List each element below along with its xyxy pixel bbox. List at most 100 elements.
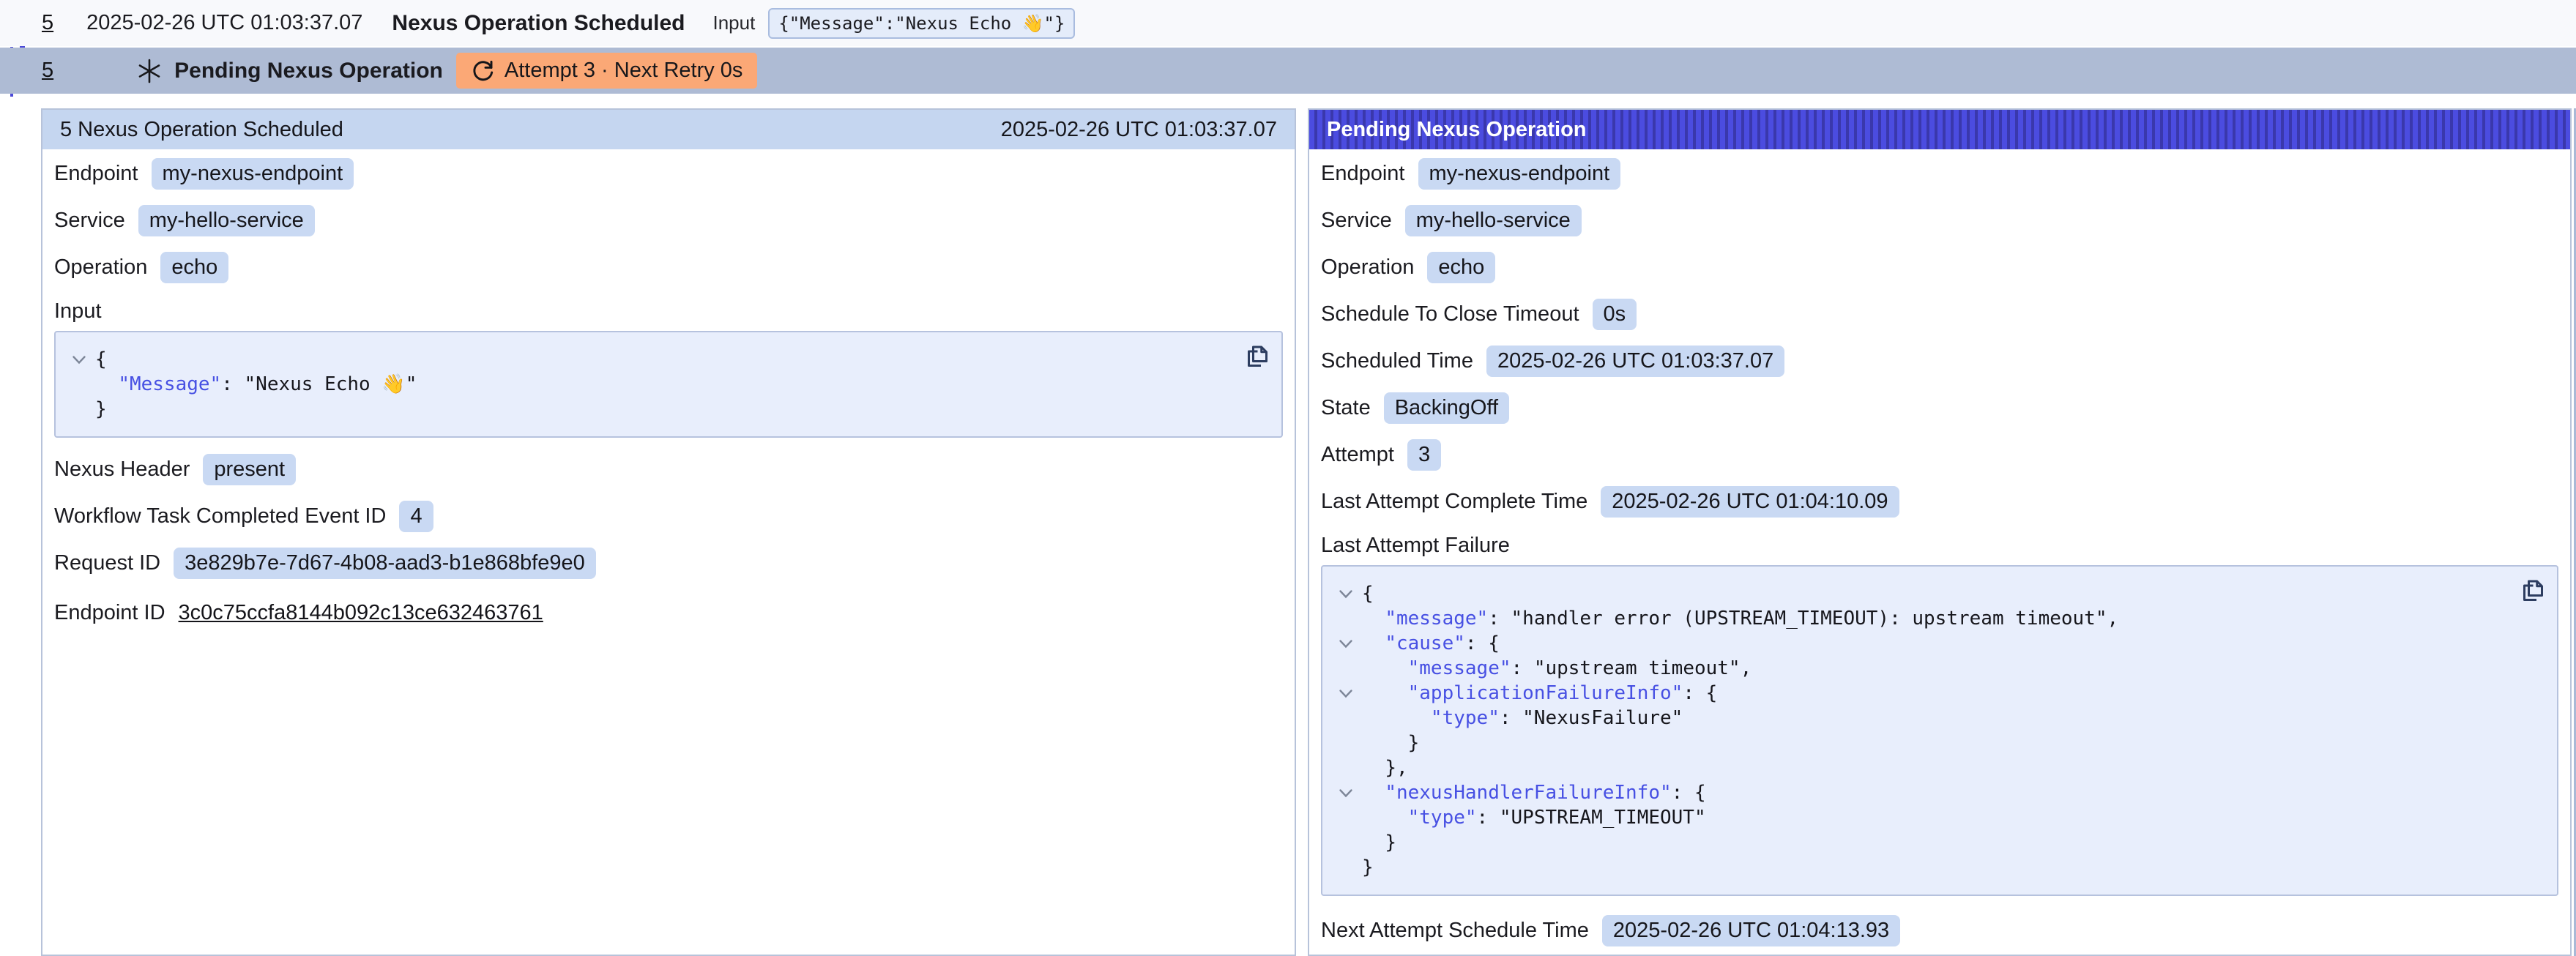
code-line: } xyxy=(1330,731,2506,755)
code-text: { xyxy=(95,347,107,372)
code-text: "cause": { xyxy=(1362,631,1500,656)
field-row: Servicemy-hello-service xyxy=(54,205,1283,236)
retry-icon xyxy=(471,59,494,83)
collapse-chevron-icon[interactable] xyxy=(1330,631,1362,656)
field-row: Operation echo xyxy=(1321,252,2558,283)
collapse-chevron-icon[interactable] xyxy=(1330,780,1362,805)
code-line: } xyxy=(1330,830,2506,855)
field-label: Next Attempt Schedule Time xyxy=(1321,919,1589,943)
event-history-row-pending[interactable]: 5 Pending Nexus Operation Attempt 3 · Ne… xyxy=(0,48,2576,94)
code-text: "message": "upstream timeout", xyxy=(1362,656,1752,681)
field-value-chip: BackingOff xyxy=(1384,392,1509,424)
gutter-spacer xyxy=(63,372,95,397)
event-input-label: Input xyxy=(713,12,756,34)
event-detail-header-timestamp: 2025-02-26 UTC 01:03:37.07 xyxy=(1001,118,1277,142)
field-label: Schedule To Close Timeout xyxy=(1321,302,1579,326)
code-line: { xyxy=(63,347,1230,372)
field-label: Operation xyxy=(1321,255,1414,280)
field-row: Last Attempt Complete Time2025-02-26 UTC… xyxy=(1321,486,2558,517)
gutter-spacer xyxy=(1330,706,1362,731)
field-row: Scheduled Time 2025-02-26 UTC 01:03:37.07 xyxy=(1321,346,2558,376)
event-id-link[interactable]: 5 xyxy=(42,59,53,83)
gutter-spacer xyxy=(1330,656,1362,681)
field-value-chip: 0s xyxy=(1593,299,1637,330)
field-row: Next Attempt Schedule Time 2025-02-26 UTC… xyxy=(1321,915,2558,946)
event-detail-header: 5 Nexus Operation Scheduled 2025-02-26 U… xyxy=(42,110,1295,149)
json-code-block: { "message": "handler error (UPSTREAM_TI… xyxy=(1321,565,2558,896)
event-detail-body: Endpointmy-nexus-endpoint Servicemy-hello… xyxy=(42,149,1295,628)
code-text: } xyxy=(1362,830,1396,855)
field-row: Schedule To Close Timeout 0s xyxy=(1321,299,2558,329)
event-history-row-scheduled[interactable]: 5 2025-02-26 UTC 01:03:37.07 Nexus Opera… xyxy=(0,0,2576,46)
field-value-chip: 3e829b7e-7d67-4b08-aad3-b1e868bfe9e0 xyxy=(174,548,596,579)
field-row: Operation echo xyxy=(54,252,1283,283)
gutter-spacer xyxy=(1330,855,1362,880)
field-value-chip: present xyxy=(203,454,296,485)
code-text: } xyxy=(1362,731,1419,755)
code-text: } xyxy=(95,397,107,422)
code-text: } xyxy=(1362,855,1374,880)
pending-asterisk-icon xyxy=(136,58,163,84)
field-label: Nexus Header xyxy=(54,458,190,482)
field-value-chip: 2025-02-26 UTC 01:03:37.07 xyxy=(1486,346,1784,377)
code-line: "applicationFailureInfo": { xyxy=(1330,681,2506,706)
code-line: "message": "upstream timeout", xyxy=(1330,656,2506,681)
code-line: "cause": { xyxy=(1330,631,2506,656)
event-input-value-chip[interactable]: {"Message":"Nexus Echo 👋"} xyxy=(768,8,1075,39)
event-timestamp: 2025-02-26 UTC 01:03:37.07 xyxy=(86,11,362,35)
pending-operation-body: Endpoint my-nexus-endpoint Servicemy-hello… xyxy=(1309,149,2570,946)
code-text: "Message": "Nexus Echo 👋" xyxy=(95,372,417,397)
json-code-block: { "Message": "Nexus Echo 👋"} xyxy=(54,331,1283,438)
field-value-chip: echo xyxy=(1427,252,1495,283)
field-value-chip: my-hello-service xyxy=(138,205,315,236)
code-line: } xyxy=(1330,855,2506,880)
field-row: Servicemy-hello-service xyxy=(1321,205,2558,236)
copy-button[interactable] xyxy=(2517,575,2547,605)
code-line: "type": "UPSTREAM_TIMEOUT" xyxy=(1330,805,2506,830)
collapse-chevron-icon[interactable] xyxy=(1330,681,1362,706)
code-text: }, xyxy=(1362,755,1408,780)
retry-attempt-badge: Attempt 3 · Next Retry 0s xyxy=(456,53,758,89)
field-value-chip: 3 xyxy=(1407,439,1441,471)
field-value-chip: 2025-02-26 UTC 01:04:10.09 xyxy=(1601,486,1899,518)
event-id-link[interactable]: 5 xyxy=(42,11,53,35)
field-label: State xyxy=(1321,396,1371,420)
field-label: Endpoint xyxy=(1321,162,1405,186)
gutter-spacer xyxy=(1330,606,1362,631)
endpoint-id-link[interactable]: 3c0c75ccfa8144b092c13ce632463761 xyxy=(179,601,543,625)
gutter-spacer xyxy=(1330,731,1362,755)
code-line: "message": "handler error (UPSTREAM_TIME… xyxy=(1330,606,2506,631)
gutter-spacer xyxy=(1330,755,1362,780)
code-text: "nexusHandlerFailureInfo": { xyxy=(1362,780,1706,805)
field-value-chip: 4 xyxy=(399,501,433,532)
field-label: Scheduled Time xyxy=(1321,349,1473,373)
field-label: Attempt xyxy=(1321,443,1394,467)
code-line: "Message": "Nexus Echo 👋" xyxy=(63,372,1230,397)
field-label: Service xyxy=(1321,209,1392,233)
gutter-spacer xyxy=(1330,830,1362,855)
field-row: Endpoint my-nexus-endpoint xyxy=(1321,158,2558,189)
collapse-chevron-icon[interactable] xyxy=(63,347,95,372)
field-label: Endpoint ID xyxy=(54,601,165,625)
field-row: Request ID 3e829b7e-7d67-4b08-aad3-b1e868… xyxy=(54,548,1283,578)
field-row: State BackingOff xyxy=(1321,392,2558,423)
field-row: Endpointmy-nexus-endpoint xyxy=(54,158,1283,189)
field-label: Request ID xyxy=(54,551,160,575)
field-row: Workflow Task Completed Event ID 4 xyxy=(54,501,1283,531)
field-label: Endpoint xyxy=(54,162,138,186)
field-value-chip: echo xyxy=(160,252,228,283)
field-label: Workflow Task Completed Event ID xyxy=(54,504,386,529)
pending-title: Pending Nexus Operation xyxy=(174,59,443,83)
code-text: "message": "handler error (UPSTREAM_TIME… xyxy=(1362,606,2118,631)
pending-operation-header-title: Pending Nexus Operation xyxy=(1327,118,1587,142)
field-value-chip: 2025-02-26 UTC 01:04:13.93 xyxy=(1602,915,1900,946)
field-label: Operation xyxy=(54,255,147,280)
field-label: Input xyxy=(54,299,1283,324)
gutter-spacer xyxy=(1330,805,1362,830)
collapse-chevron-icon[interactable] xyxy=(1330,581,1362,606)
pending-operation-header: Pending Nexus Operation xyxy=(1309,110,2570,149)
field-row: Nexus Header present xyxy=(54,454,1283,485)
field-value-chip: my-nexus-endpoint xyxy=(1418,158,1621,190)
event-detail-header-title: 5 Nexus Operation Scheduled xyxy=(60,118,343,142)
copy-button[interactable] xyxy=(1242,341,1271,370)
